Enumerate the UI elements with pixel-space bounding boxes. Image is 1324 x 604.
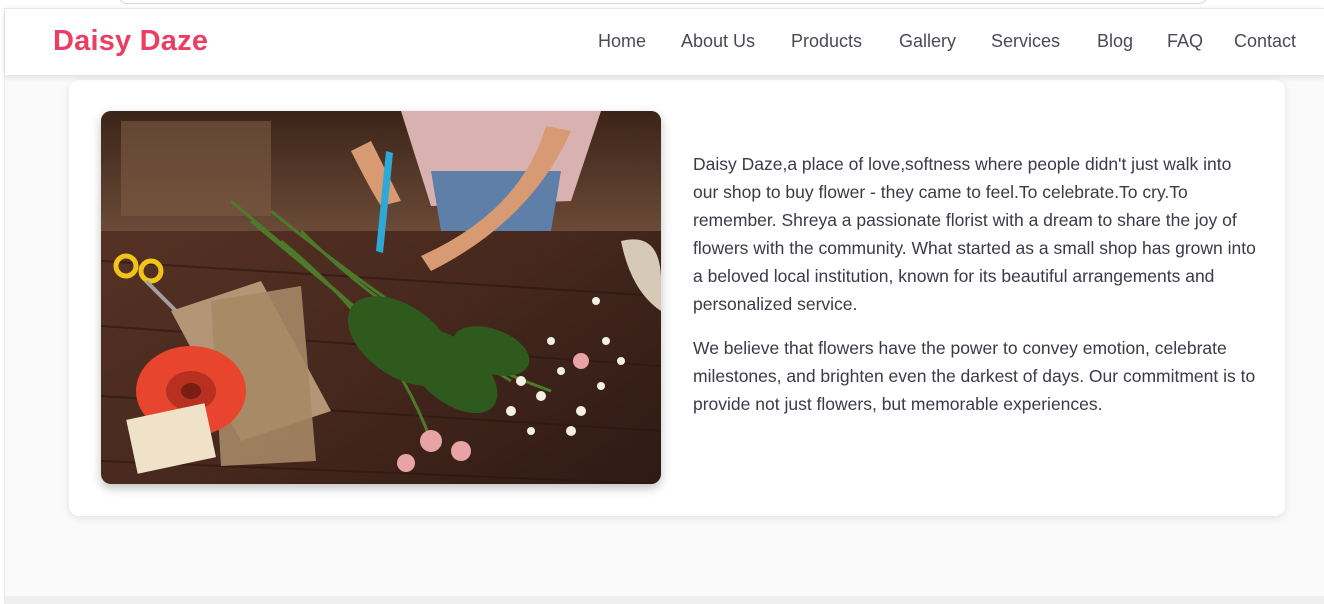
nav-services[interactable]: Services bbox=[991, 31, 1060, 52]
about-card: Daisy Daze,a place of love,softness wher… bbox=[69, 80, 1285, 516]
about-text: Daisy Daze,a place of love,softness wher… bbox=[693, 150, 1259, 434]
about-paragraph-1: Daisy Daze,a place of love,softness wher… bbox=[693, 154, 1256, 314]
nav-gallery[interactable]: Gallery bbox=[899, 31, 956, 52]
navbar: Daisy Daze Home About Us Products Galler… bbox=[5, 8, 1324, 75]
about-paragraph-2: We believe that flowers have the power t… bbox=[693, 338, 1256, 414]
nav-products[interactable]: Products bbox=[791, 31, 862, 52]
nav-home[interactable]: Home bbox=[598, 31, 646, 52]
section-divider bbox=[5, 596, 1324, 604]
browser-chrome-edge bbox=[0, 0, 1324, 8]
nav-blog[interactable]: Blog bbox=[1097, 31, 1133, 52]
nav-faq[interactable]: FAQ bbox=[1167, 31, 1203, 52]
nav-about-us[interactable]: About Us bbox=[681, 31, 755, 52]
nav-contact[interactable]: Contact bbox=[1234, 31, 1296, 52]
address-bar[interactable] bbox=[118, 0, 1208, 4]
page: Daisy Daze Home About Us Products Galler… bbox=[4, 8, 1324, 604]
florist-photo bbox=[101, 111, 661, 484]
nav-links: Home About Us Products Gallery Services … bbox=[5, 31, 1324, 55]
